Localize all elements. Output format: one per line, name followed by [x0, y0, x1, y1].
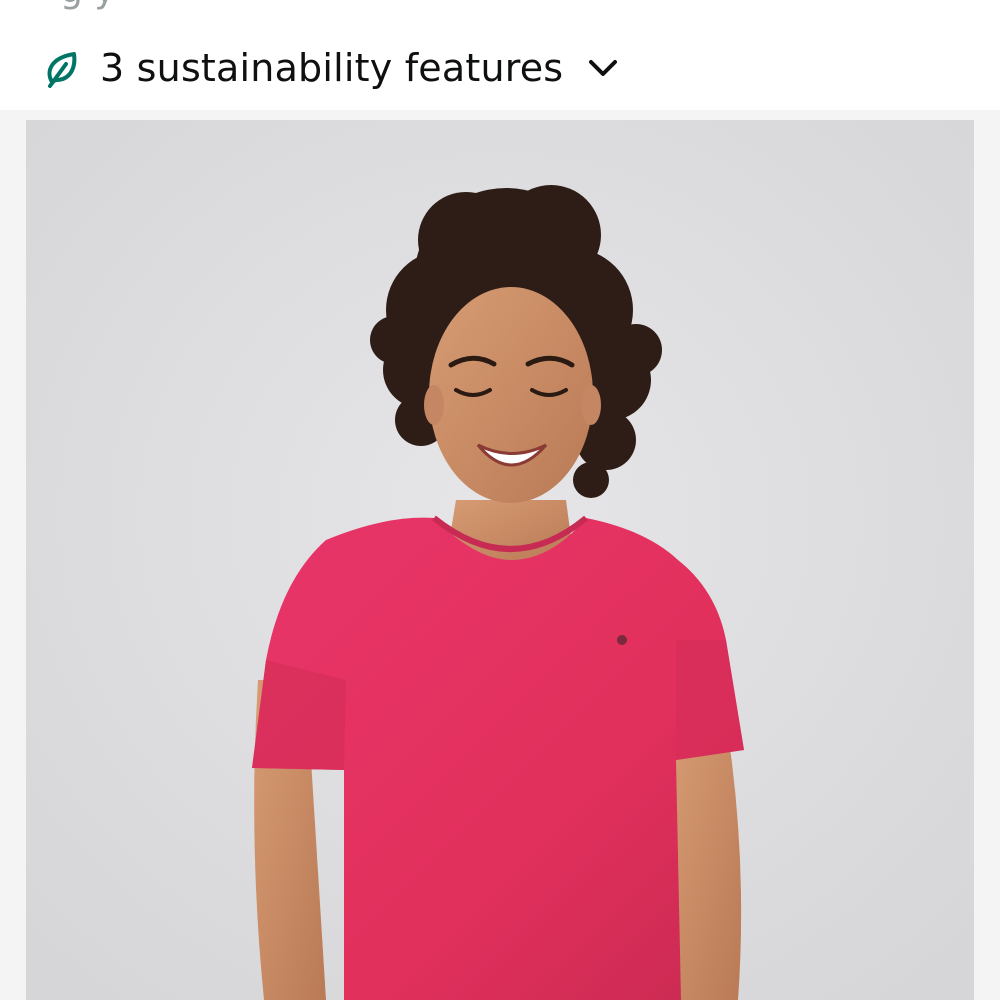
product-image[interactable]	[26, 120, 974, 1000]
cropped-category-text: g y	[60, 0, 116, 10]
model-right-arm	[671, 720, 742, 1000]
product-page: g y 3 sustainability features	[0, 0, 1000, 1000]
chevron-down-icon	[585, 50, 621, 86]
model-face	[429, 287, 593, 503]
sustainability-features-toggle[interactable]: 3 sustainability features	[44, 40, 621, 96]
sustainability-label: 3 sustainability features	[100, 46, 564, 90]
leaf-icon	[44, 48, 80, 88]
